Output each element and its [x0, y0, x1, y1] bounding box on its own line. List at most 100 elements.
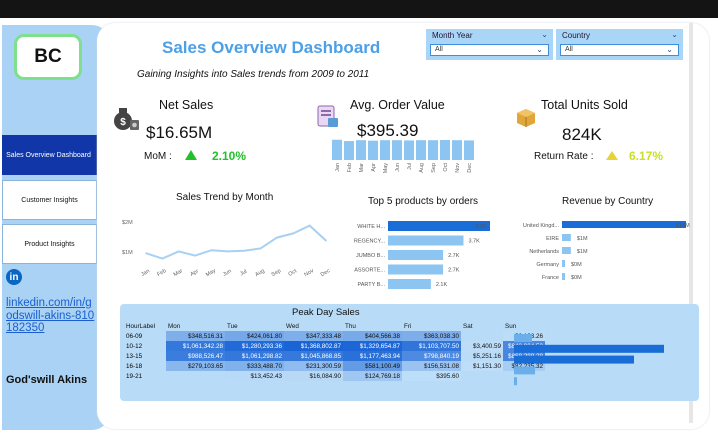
product-bar — [388, 235, 464, 246]
month-year-value: All — [435, 46, 443, 53]
sales-cell: $1,177,463.94 — [343, 351, 402, 361]
net-sales-value: $16.65M — [146, 123, 213, 142]
sales-cell: $1,280,293.36 — [225, 341, 284, 351]
product-bar — [388, 279, 431, 289]
chevron-down-icon[interactable]: ⌄ — [671, 30, 678, 39]
author-name: God'swill Akins — [6, 374, 88, 386]
svg-text:$: $ — [120, 117, 126, 128]
aov-bar — [332, 139, 342, 160]
sales-cell: $404,566.38 — [343, 331, 402, 341]
up-arrow-icon — [185, 150, 197, 160]
sales-cell: $1,061,298.82 — [225, 351, 284, 361]
aov-tick-label: Sep — [431, 163, 437, 173]
aov-bar — [356, 140, 366, 160]
nav-sales-overview[interactable]: Sales Overview Dashboard — [2, 135, 97, 175]
hour-label-cell: 10-12 — [126, 342, 143, 350]
warning-arrow-icon — [606, 151, 618, 160]
units-value: 824K — [562, 125, 602, 144]
sales-cell: $124,769.18 — [343, 371, 402, 381]
peak-column-header: Thu — [345, 322, 356, 330]
month-year-filter: Month Year ⌄ All ⌄ — [426, 29, 553, 60]
table-row: 16-18 $279,103.65 $333,488.70 $231,300.59 $5… — [124, 361, 545, 371]
aov-bar — [368, 140, 378, 160]
package-icon — [515, 107, 537, 129]
peak-column-header: Tue — [227, 322, 238, 330]
sales-trend-title: Sales Trend by Month — [176, 192, 274, 203]
table-row: 10-12 $1,061,342.28 $1,280,293.36 $1,368,80… — [124, 341, 545, 351]
sales-cell: $988,526.47 — [166, 351, 225, 361]
table-row: 13-15 $988,526.47 $1,061,298.82 $1,045,868.… — [124, 351, 545, 361]
product-data-label: 3.7K — [468, 239, 480, 245]
country-filter: Country ⌄ All ⌄ — [556, 29, 683, 60]
trend-x-tick: Feb — [156, 268, 167, 278]
sales-cell: $395.60 — [402, 371, 461, 381]
peak-row-bar — [514, 334, 532, 342]
trend-x-tick: May — [205, 268, 217, 279]
return-rate-label: Return Rate : — [534, 151, 594, 162]
aov-bar — [392, 140, 402, 160]
chevron-down-icon[interactable]: ⌄ — [666, 45, 673, 55]
country-bar — [562, 221, 686, 228]
trend-x-tick: Mar — [173, 268, 184, 278]
aov-tick-label: Apr — [371, 163, 377, 172]
sales-cell: $1,329,654.87 — [343, 341, 402, 351]
trend-point — [145, 252, 147, 254]
hour-label-cell: 16-18 — [126, 362, 143, 370]
aov-bar — [344, 141, 354, 160]
sales-cell: $3,400.59 — [461, 341, 503, 351]
chevron-down-icon[interactable]: ⌄ — [536, 45, 543, 55]
country-category-label: EIRE — [546, 236, 559, 242]
revenue-country-chart: United Kingd... $14M EIRE $1M Netherlands $1M… — [523, 221, 690, 281]
country-bar — [562, 247, 571, 254]
trend-point — [276, 236, 278, 239]
sales-cell: $347,333.48 — [284, 331, 343, 341]
aov-bar — [452, 140, 462, 160]
country-select[interactable]: All ⌄ — [560, 44, 679, 56]
country-category-label: Germany — [536, 262, 559, 268]
product-category-label: WHITE H... — [357, 224, 385, 230]
sales-cell: $1,061,342.28 — [166, 341, 225, 351]
peak-table-header: HourLabel Mon Tue Wed Thu Fri Sat Sun — [124, 321, 545, 331]
hour-label-cell: 13-15 — [126, 352, 143, 360]
aov-bar — [464, 140, 474, 160]
month-year-select[interactable]: All ⌄ — [430, 44, 549, 56]
trend-point — [259, 247, 262, 250]
trend-line — [145, 224, 327, 260]
trend-y-tick: $2M — [122, 220, 133, 226]
avg-order-mini-chart: Jan Feb Mar Apr May Jun Jul Aug Sep Oct Nov Dec — [332, 139, 474, 173]
table-row: 06-09 $348,516.31 $424,061.80 $347,333.48 $4… — [124, 331, 545, 341]
country-data-label: $1M — [577, 249, 588, 255]
sales-cell: $581,100.49 — [343, 361, 402, 371]
chevron-down-icon[interactable]: ⌄ — [541, 30, 548, 39]
sales-cell: $1,151.30 — [461, 361, 503, 371]
money-bag-icon: $ — [111, 103, 141, 133]
nav-customer-insights[interactable]: Customer Insights — [2, 180, 97, 220]
country-category-label: Netherlands — [529, 249, 559, 255]
peak-column-header: Sun — [505, 322, 517, 330]
peak-row-bar — [514, 366, 535, 375]
logo: BC — [14, 34, 82, 80]
aov-tick-label: Aug — [419, 163, 425, 173]
linkedin-link[interactable]: linkedin.com/in/godswill-akins-810182350 — [6, 297, 98, 335]
trend-point — [243, 250, 245, 252]
linkedin-icon[interactable]: in — [6, 269, 22, 285]
country-data-label: $14M — [676, 223, 690, 229]
sales-cell — [461, 371, 503, 381]
page-subtitle: Gaining Insights into Sales trends from … — [137, 69, 370, 80]
aov-bar — [428, 140, 438, 160]
revenue-country-title: Revenue by Country — [562, 196, 654, 207]
units-label: Total Units Sold — [541, 98, 628, 112]
country-bar — [562, 234, 571, 241]
country-filter-label: Country — [562, 31, 591, 40]
trend-point — [227, 250, 229, 253]
aov-tick-label: Jun — [395, 163, 401, 172]
peak-row-totals-chart — [514, 334, 664, 386]
trend-point — [325, 239, 327, 242]
product-bar — [388, 264, 444, 275]
sales-cell: $1,103,707.50 — [402, 341, 461, 351]
nav-product-insights[interactable]: Product Insights — [2, 224, 97, 264]
sales-cell: $1,045,868.85 — [284, 351, 343, 361]
hour-label-cell: 06-09 — [126, 332, 143, 340]
peak-column-header: Mon — [168, 322, 181, 330]
top-products-title: Top 5 products by orders — [368, 196, 479, 207]
